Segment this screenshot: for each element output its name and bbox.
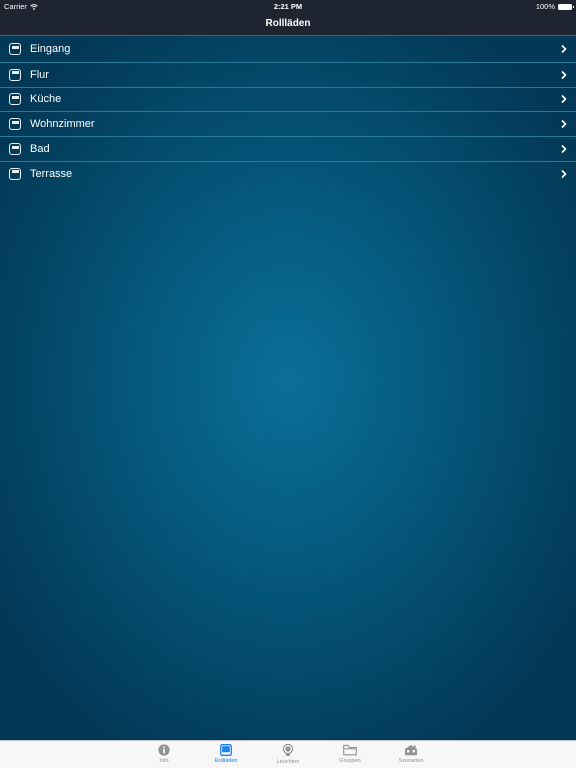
info-icon [158, 744, 170, 756]
lightbulb-icon [282, 744, 294, 756]
list-item-label: Terrasse [30, 167, 73, 180]
shutter-icon [220, 744, 232, 756]
page-title: Rollläden [265, 18, 311, 29]
tab-bar: Info Rollläden Leuchten Gruppen Szenarie… [0, 740, 576, 768]
list-item-label: Bad [30, 143, 50, 156]
tab-label: Leuchten [276, 759, 300, 765]
list-item-label: Flur [30, 68, 49, 81]
list-item-label: Küche [30, 93, 62, 106]
shutter-icon [9, 167, 21, 180]
tab-label: Rollläden [214, 758, 238, 764]
list-item-eingang[interactable]: Eingang [0, 37, 576, 62]
status-bar: Carrier 2:21 PM 100% [0, 0, 576, 12]
list-item-kueche[interactable]: Küche [0, 86, 576, 112]
tab-szenarien[interactable]: Szenarien [386, 741, 436, 768]
tab-leuchten[interactable]: Leuchten [263, 741, 313, 768]
tab-label: Szenarien [398, 758, 424, 764]
shutter-icon [9, 68, 21, 81]
battery-icon [558, 3, 574, 10]
chevron-right-icon [561, 95, 567, 104]
navigation-bar: Rollläden [0, 12, 576, 36]
chevron-right-icon [561, 169, 567, 178]
chevron-right-icon [561, 120, 567, 129]
tab-gruppen[interactable]: Gruppen [325, 741, 375, 768]
shutter-icon [9, 143, 21, 156]
tab-label: Info [159, 758, 169, 764]
battery-percent: 100% [535, 2, 555, 11]
list-item-wohnzimmer[interactable]: Wohnzimmer [0, 111, 576, 136]
list-item-label: Eingang [30, 43, 71, 56]
shutter-icon [9, 43, 21, 56]
tab-rolllaeden[interactable]: Rollläden [201, 741, 251, 768]
list-item-terrasse[interactable]: Terrasse [0, 160, 576, 186]
battery-group: 100% [535, 2, 574, 11]
chevron-right-icon [561, 145, 567, 154]
shutter-icon [9, 118, 21, 131]
shutter-icon [9, 93, 21, 106]
list-item-bad[interactable]: Bad [0, 136, 576, 161]
list-item-flur[interactable]: Flur [0, 61, 576, 87]
chevron-right-icon [561, 70, 567, 79]
tab-info[interactable]: Info [139, 741, 189, 768]
status-time: 2:21 PM [273, 2, 303, 11]
tab-label: Gruppen [339, 758, 361, 764]
list-item-label: Wohnzimmer [30, 118, 95, 131]
folder-icon [343, 744, 357, 756]
chevron-right-icon [561, 45, 567, 54]
house-icon [405, 745, 417, 756]
shutter-list: Eingang Flur Küche Wohnzimmer Bad Terras… [0, 37, 576, 186]
